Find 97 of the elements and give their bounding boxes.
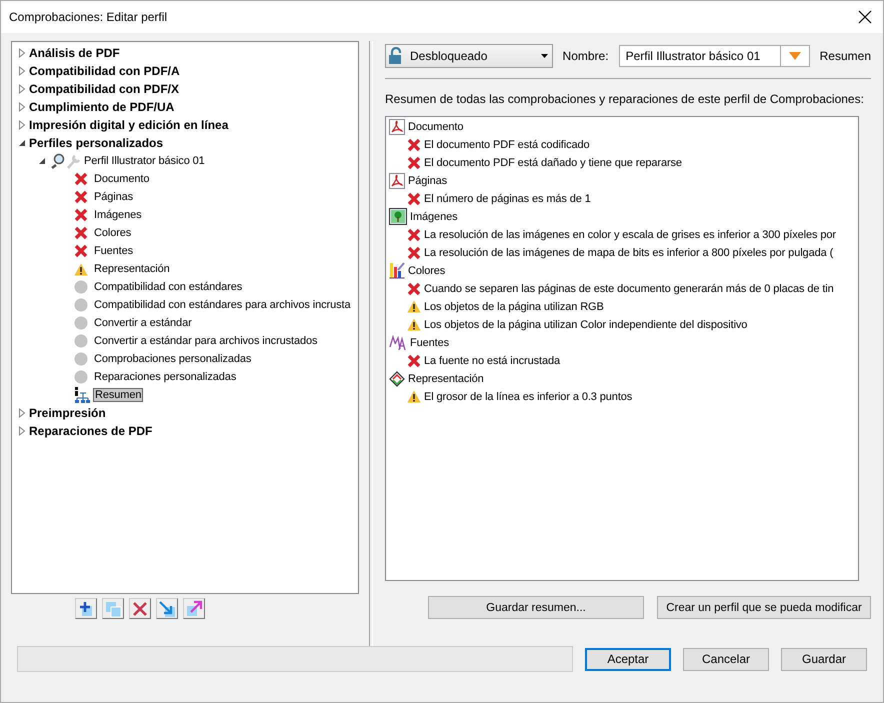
tree-item[interactable]: Representación — [91, 262, 173, 276]
caret-icon — [788, 52, 801, 60]
error-icon — [407, 282, 421, 296]
summary-group: Representación — [408, 372, 484, 385]
tree-category[interactable]: Cumplimiento de PDF/UA — [29, 100, 174, 114]
section-title: Resumen — [820, 48, 871, 63]
name-field[interactable]: Perfil Illustrator básico 01 — [618, 44, 781, 67]
expand-icon[interactable] — [18, 84, 26, 94]
expand-icon[interactable] — [18, 120, 26, 130]
error-icon — [407, 138, 421, 152]
summary-item: El grosor de la línea es inferior a 0.3 puntos — [424, 390, 632, 403]
tree-item[interactable]: Fuentes — [91, 244, 136, 258]
summary-item: El documento PDF está dañado y tiene que repararse — [424, 156, 682, 169]
summary-item: El documento PDF está codificado — [424, 138, 590, 151]
pdf-icon — [389, 118, 405, 135]
summary-item: El número de páginas es más de 1 — [424, 192, 591, 205]
tree-item[interactable]: Documento — [91, 172, 152, 186]
export-icon[interactable] — [183, 598, 205, 619]
error-icon — [74, 244, 88, 258]
dropdown-button[interactable] — [780, 44, 810, 67]
summary-item: La resolución de las imágenes de mapa de bits es inferior a 800 píxeles por pulgada ( — [424, 246, 834, 259]
tree-category[interactable]: Impresión digital y edición en línea — [29, 118, 228, 132]
summary-item: Los objetos de la página utilizan RGB — [424, 300, 604, 313]
summary-item: La resolución de las imágenes en color y escala de grises es inferior a 300 píxeles por — [424, 228, 836, 241]
summary-group: Colores — [408, 264, 446, 277]
add-icon[interactable] — [75, 598, 97, 619]
summary-item: Cuando se separen las páginas de este documento generarán más de 0 placas de tin — [424, 282, 834, 295]
summary-item: Los objetos de la página utilizan Color independiente del dispositivo — [424, 318, 748, 331]
save-summary-button[interactable]: Guardar resumen... — [428, 596, 644, 619]
description: Resumen de todas las comprobaciones y reparaciones de este perfil de Comprobaciones: — [385, 92, 865, 106]
lock-dropdown[interactable]: Desbloqueado — [385, 44, 553, 68]
summary-group: Páginas — [408, 174, 448, 187]
hierarchy-icon — [74, 387, 90, 403]
summary-group: Documento — [408, 120, 464, 133]
warning-icon — [407, 318, 421, 332]
create-profile-button[interactable]: Crear un perfil que se pueda modificar — [657, 596, 871, 619]
error-icon — [74, 208, 88, 222]
tree-item[interactable]: Colores — [91, 226, 134, 240]
caret-icon — [540, 54, 548, 58]
circle-icon — [74, 280, 88, 294]
circle-icon — [74, 298, 88, 312]
warning-icon — [407, 390, 421, 404]
circle-icon — [74, 352, 88, 366]
dialog-button[interactable]: Guardar — [781, 648, 867, 670]
tree-category[interactable]: Compatibilidad con PDF/A — [29, 64, 180, 78]
import-icon[interactable] — [156, 598, 178, 619]
tree-category[interactable]: Análisis de PDF — [29, 46, 120, 60]
tree-item[interactable]: Reparaciones personalizadas — [91, 370, 240, 384]
error-icon — [74, 226, 88, 240]
circle-icon — [74, 370, 88, 384]
tree-item[interactable]: Compatibilidad con estándares — [91, 280, 246, 294]
collapse-icon[interactable] — [38, 156, 46, 166]
delete-icon[interactable] — [129, 598, 151, 619]
error-icon — [407, 156, 421, 170]
collapse-icon[interactable] — [18, 138, 26, 148]
tree-item[interactable]: Convertir a estándar — [91, 316, 195, 330]
tree-category[interactable]: Compatibilidad con PDF/X — [29, 82, 180, 96]
dialog-button[interactable]: Aceptar — [585, 648, 671, 670]
render-icon — [389, 370, 405, 387]
warning-icon — [74, 262, 88, 276]
tree-category[interactable]: Preimpresión — [29, 406, 106, 420]
image-icon — [389, 208, 407, 226]
window-title: Comprobaciones: Editar perfil — [9, 10, 168, 24]
tree-item[interactable]: Imágenes — [91, 208, 145, 222]
expand-icon[interactable] — [18, 426, 26, 436]
circle-icon — [74, 334, 88, 348]
pdf-icon — [389, 172, 405, 189]
error-icon — [407, 354, 421, 368]
error-icon — [407, 228, 421, 242]
name-label: Nombre: — [562, 48, 609, 63]
expand-icon[interactable] — [18, 102, 26, 112]
tree-item[interactable]: Convertir a estándar para archivos incrustados — [91, 334, 320, 348]
fonts-icon — [389, 334, 407, 351]
dialog-button[interactable]: Cancelar — [683, 648, 769, 670]
tree-item[interactable]: Compatibilidad con estándares para archivos incrusta — [91, 298, 354, 312]
circle-icon — [74, 316, 88, 330]
expand-icon[interactable] — [18, 408, 26, 418]
tree-item[interactable]: Páginas — [91, 190, 136, 204]
error-icon — [74, 172, 88, 186]
tree-category[interactable]: Perfiles personalizados — [29, 136, 164, 150]
tree-item[interactable]: Comprobaciones personalizadas — [91, 352, 254, 366]
summary-group: Imágenes — [410, 210, 458, 223]
warning-icon — [407, 300, 421, 314]
summary-group: Fuentes — [410, 336, 450, 349]
duplicate-icon[interactable] — [102, 598, 124, 619]
summary-item: La fuente no está incrustada — [424, 354, 560, 367]
expand-icon[interactable] — [18, 66, 26, 76]
tree-item[interactable]: Perfil Illustrator básico 01 — [84, 155, 205, 167]
error-icon — [407, 192, 421, 206]
tree-item[interactable]: Resumen — [93, 388, 144, 402]
search-wrench-icon — [49, 153, 81, 169]
swatches-icon — [389, 262, 405, 280]
error-icon — [74, 190, 88, 204]
expand-icon[interactable] — [18, 48, 26, 58]
tree-category[interactable]: Reparaciones de PDF — [29, 424, 152, 438]
error-icon — [407, 246, 421, 260]
close-icon[interactable] — [857, 9, 873, 25]
